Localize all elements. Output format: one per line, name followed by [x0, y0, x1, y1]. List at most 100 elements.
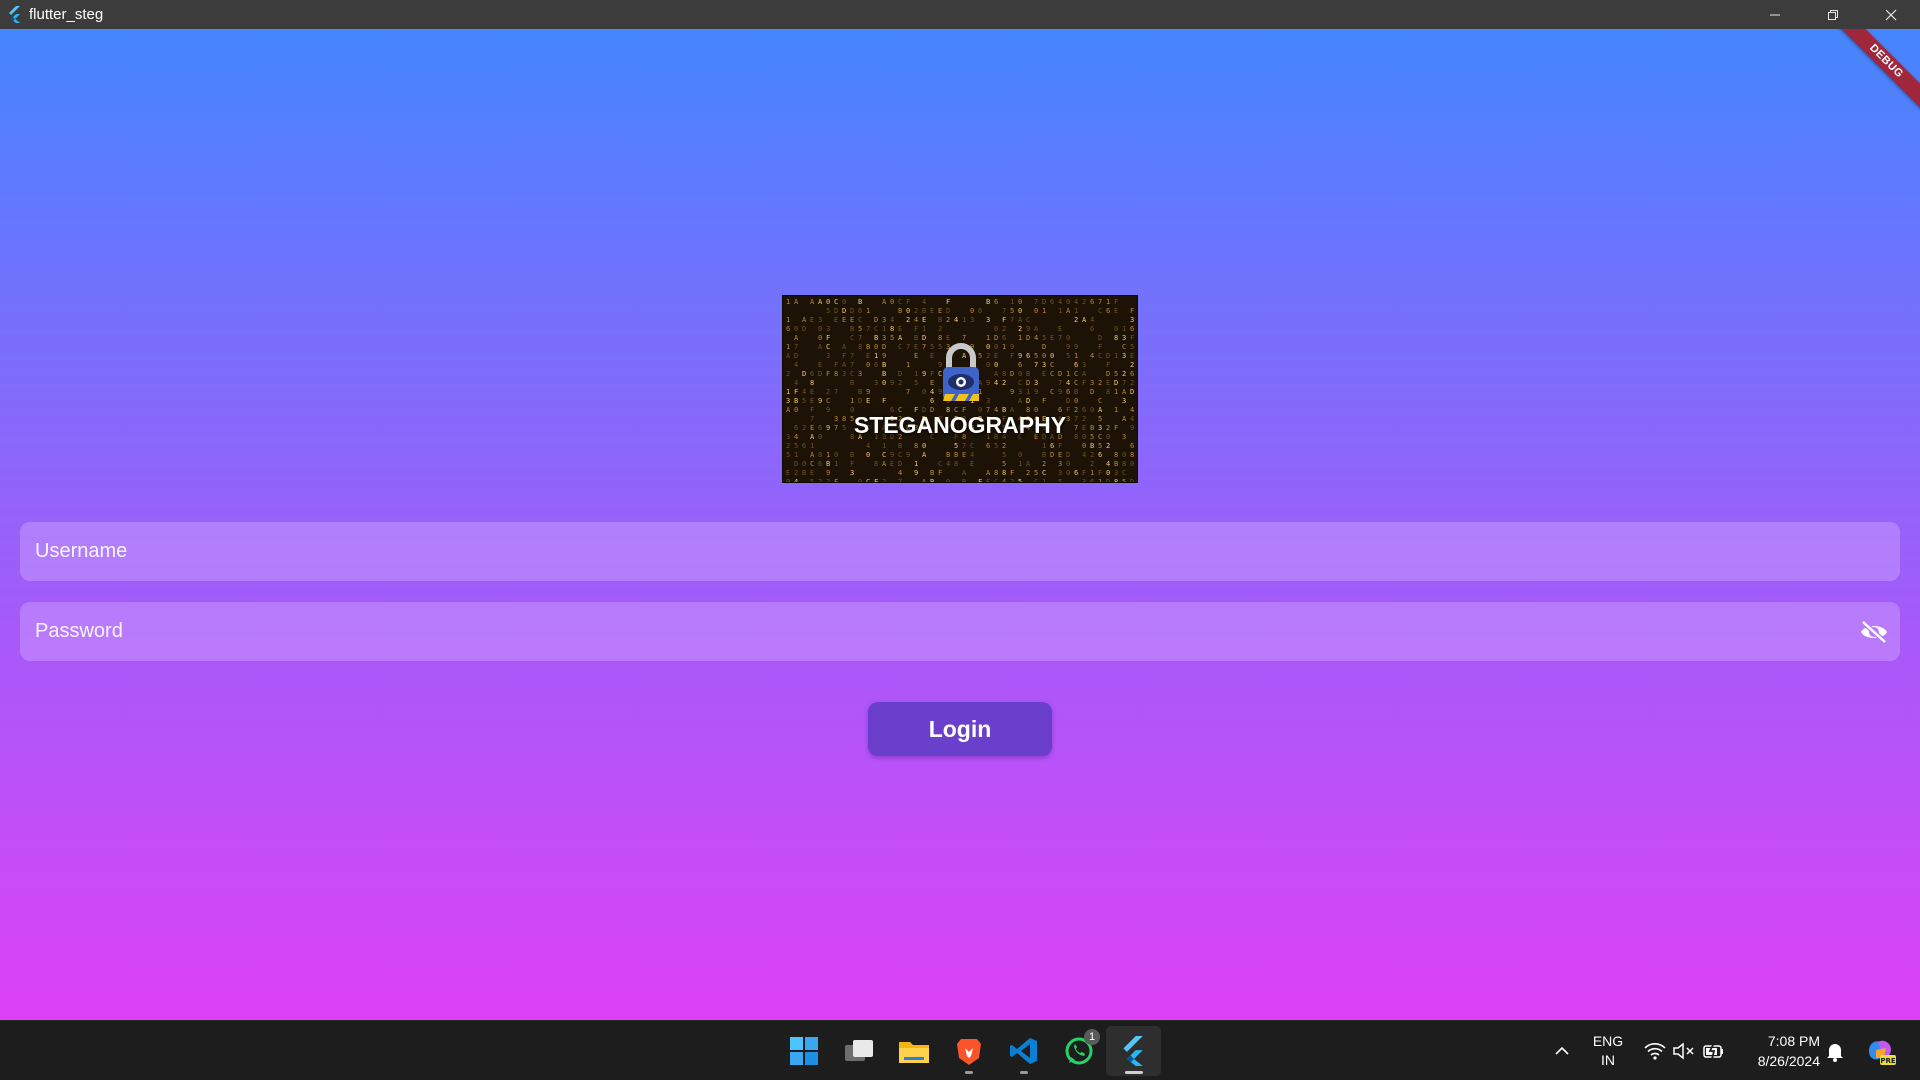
start-button[interactable]	[776, 1026, 831, 1076]
svg-text:4: 4	[794, 379, 798, 387]
svg-text:2: 2	[1082, 298, 1086, 306]
svg-text:B: B	[850, 325, 854, 333]
svg-text:0: 0	[818, 334, 822, 342]
svg-text:6: 6	[1026, 352, 1030, 360]
svg-text:B: B	[930, 478, 934, 483]
svg-text:3: 3	[986, 316, 990, 324]
file-explorer-button[interactable]	[886, 1026, 941, 1076]
svg-text:F: F	[1098, 469, 1102, 477]
svg-text:2: 2	[938, 325, 942, 333]
show-hidden-icons-button[interactable]	[1548, 1021, 1576, 1080]
svg-text:0: 0	[1130, 460, 1134, 468]
flutter-app-button[interactable]	[1106, 1026, 1161, 1076]
svg-text:F: F	[794, 388, 798, 396]
svg-text:3: 3	[1130, 316, 1134, 324]
svg-text:D: D	[1090, 388, 1094, 396]
svg-text:E: E	[810, 397, 814, 405]
svg-text:3: 3	[842, 370, 846, 378]
svg-text:1: 1	[794, 451, 798, 459]
svg-text:6: 6	[786, 325, 790, 333]
svg-text:C: C	[898, 298, 902, 306]
svg-text:B: B	[826, 460, 830, 468]
svg-text:1: 1	[1026, 388, 1030, 396]
login-button[interactable]: Login	[868, 702, 1052, 756]
svg-text:D: D	[882, 343, 886, 351]
svg-text:1: 1	[834, 460, 838, 468]
svg-text:7: 7	[962, 442, 966, 450]
svg-text:6: 6	[1130, 370, 1134, 378]
svg-text:B: B	[858, 388, 862, 396]
svg-text:6: 6	[858, 307, 862, 315]
task-view-button[interactable]	[831, 1026, 886, 1076]
svg-text:0: 0	[802, 460, 806, 468]
password-input[interactable]	[35, 620, 1900, 643]
svg-text:1: 1	[882, 442, 886, 450]
svg-text:5: 5	[794, 442, 798, 450]
username-input[interactable]	[35, 540, 1900, 563]
app-content: DEBUG 1161A213A325E9A0A7D44FB06451D24ADD…	[0, 29, 1920, 1020]
password-field[interactable]	[20, 602, 1900, 661]
svg-text:5: 5	[1066, 352, 1070, 360]
svg-text:E: E	[930, 352, 934, 360]
svg-text:7: 7	[898, 478, 902, 483]
svg-text:4: 4	[914, 316, 918, 324]
lock-icon	[943, 343, 979, 401]
svg-text:B: B	[1114, 460, 1118, 468]
svg-text:1: 1	[882, 325, 886, 333]
svg-text:5: 5	[1018, 478, 1022, 483]
svg-text:B: B	[898, 442, 902, 450]
svg-text:D: D	[994, 334, 998, 342]
vscode-icon	[1009, 1038, 1037, 1064]
svg-text:0: 0	[922, 442, 926, 450]
minimize-button[interactable]	[1746, 0, 1804, 29]
svg-text:5: 5	[1002, 451, 1006, 459]
svg-text:D: D	[1050, 451, 1054, 459]
svg-text:C: C	[874, 325, 878, 333]
svg-text:4: 4	[794, 361, 798, 369]
clock-time: 7:08 PM	[1767, 1033, 1820, 1049]
svg-text:3: 3	[970, 316, 974, 324]
copilot-button[interactable]: PRE	[1864, 1021, 1898, 1080]
svg-text:7: 7	[794, 343, 798, 351]
svg-text:1: 1	[1018, 460, 1022, 468]
windows-taskbar: 1 ENG IN 7:08 PM 8/26/2024 PRE	[0, 1020, 1920, 1080]
chevron-up-icon	[1555, 1046, 1569, 1055]
svg-text:0: 0	[826, 298, 830, 306]
svg-text:9: 9	[914, 469, 918, 477]
svg-text:6: 6	[802, 442, 806, 450]
svg-text:D: D	[1106, 370, 1110, 378]
notifications-button[interactable]	[1824, 1021, 1846, 1080]
svg-text:9: 9	[1058, 388, 1062, 396]
taskbar-clock[interactable]: 7:08 PM 8/26/2024	[1740, 1031, 1820, 1071]
svg-text:6: 6	[994, 298, 998, 306]
close-button[interactable]	[1862, 0, 1920, 29]
svg-text:E: E	[914, 343, 918, 351]
svg-text:7: 7	[1058, 379, 1062, 387]
svg-text:C: C	[1018, 379, 1022, 387]
svg-text:0: 0	[1114, 325, 1118, 333]
svg-text:7: 7	[850, 352, 854, 360]
brave-browser-button[interactable]	[941, 1026, 996, 1076]
svg-text:F: F	[1130, 307, 1134, 315]
username-field[interactable]	[20, 522, 1900, 581]
vscode-button[interactable]	[996, 1026, 1051, 1076]
svg-text:1: 1	[1090, 469, 1094, 477]
svg-text:2: 2	[906, 316, 910, 324]
svg-text:C: C	[1098, 307, 1102, 315]
restore-button[interactable]	[1804, 0, 1862, 29]
whatsapp-button[interactable]: 1	[1051, 1026, 1106, 1076]
svg-text:6: 6	[1090, 298, 1094, 306]
svg-text:E: E	[866, 352, 870, 360]
quick-settings-button[interactable]	[1643, 1021, 1727, 1080]
svg-text:6: 6	[1098, 451, 1102, 459]
copilot-icon: PRE	[1868, 1040, 1896, 1065]
svg-text:2: 2	[1122, 370, 1126, 378]
svg-text:B: B	[882, 370, 886, 378]
svg-text:6: 6	[810, 370, 814, 378]
language-indicator[interactable]: ENG IN	[1590, 1021, 1626, 1080]
svg-text:8: 8	[874, 460, 878, 468]
toggle-password-visibility-button[interactable]	[1858, 616, 1890, 648]
svg-text:D: D	[850, 307, 854, 315]
svg-text:9: 9	[1010, 388, 1014, 396]
svg-text:E: E	[834, 316, 838, 324]
